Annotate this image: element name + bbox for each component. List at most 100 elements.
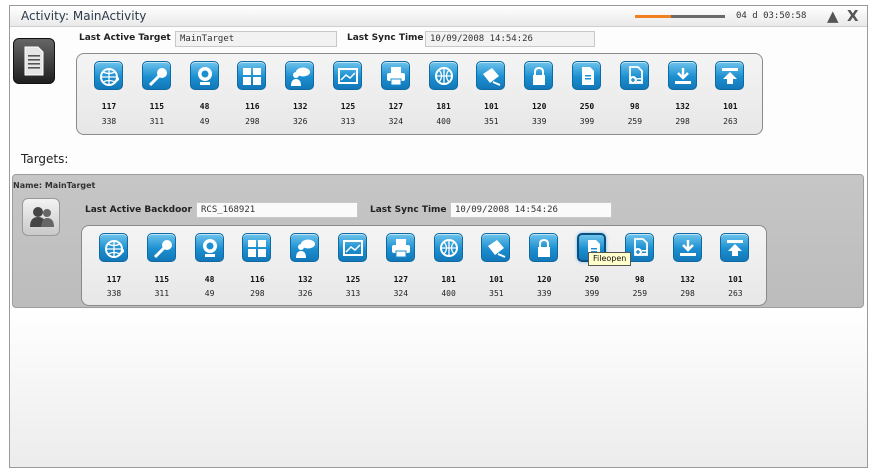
target-module-count-secondary: 338 [106,289,122,298]
target-module-count-secondary: 263 [728,289,743,298]
activity-module-count-primary: 117 [101,102,117,111]
triangle-up-icon[interactable]: ▲ [827,8,839,24]
activity-module-count-secondary: 324 [388,117,404,126]
activity-module-count-secondary: 49 [199,117,210,126]
last-active-target-field: MainTarget [175,31,337,47]
activity-module-count-primary: 115 [149,102,165,111]
activity-module-count-secondary: 399 [579,117,595,126]
title-bar: Activity: MainActivity 04 d 03:50:58 ▲ X [10,6,867,27]
activity-module-count-primary: 181 [436,102,451,111]
activity-keyboard-hand-button[interactable] [476,61,506,90]
target-last-sync-time-field: 10/09/2008 14:54:26 [450,202,612,218]
activity-globe-button[interactable] [428,61,458,90]
activity-module-count-primary: 250 [579,102,595,111]
activity-module-count-secondary: 298 [675,117,690,126]
target-module-count-primary: 132 [680,275,695,284]
target-module-count-secondary: 326 [297,289,313,298]
last-active-backdoor-field: RCS_168921 [196,202,358,218]
target-module-count-secondary: 298 [680,289,695,298]
activity-file-add-button[interactable] [619,61,649,90]
target-module-count-primary: 98 [634,275,645,284]
activity-chat-user-button[interactable] [285,61,315,90]
activity-module-count-secondary: 338 [101,117,117,126]
last-active-backdoor-label: Last Active Backdoor [85,205,192,215]
document-icon [13,38,55,84]
target-module-count-primary: 117 [106,275,122,284]
target-module-count-secondary: 339 [536,289,552,298]
fileopen-tooltip: Fileopen [588,252,632,266]
target-module-count-primary: 101 [489,275,504,284]
activity-module-count-secondary: 313 [340,117,356,126]
activity-lock-button[interactable] [524,61,554,90]
target-module-count-primary: 127 [393,275,409,284]
user-group-icon [22,198,60,236]
target-globe-pencil-button[interactable] [99,233,128,262]
activity-module-count-secondary: 311 [149,117,165,126]
activity-window-panels-button[interactable] [237,61,267,90]
activity-modules-panel: 117 338 115 311 48 49 116 298 132 326 125 313 127 324… [76,53,763,135]
target-module-count-secondary: 311 [154,289,170,298]
window-title: Activity: MainActivity [21,9,147,23]
target-globe-button[interactable] [433,233,463,262]
target-screenshot-button[interactable] [338,233,367,262]
last-sync-time-label: Last Sync Time [347,33,424,43]
activity-module-count-primary: 101 [484,102,499,111]
target-module-count-secondary: 259 [632,289,648,298]
activity-module-count-primary: 120 [531,102,547,111]
target-download-button[interactable] [672,233,702,262]
target-module-count-secondary: 49 [204,289,215,298]
target-chat-user-button[interactable] [290,233,320,262]
target-name-label: Name: MainTarget [13,181,96,190]
activity-module-count-secondary: 339 [531,117,547,126]
activity-microphone-button[interactable] [141,61,171,90]
target-section: Name: MainTarget Last Active Backdoor RC… [12,174,864,308]
activity-upload-button[interactable] [715,61,745,90]
activity-globe-pencil-button[interactable] [94,61,123,90]
activity-module-count-primary: 132 [675,102,690,111]
target-webcam-button[interactable] [194,233,224,262]
activity-module-count-secondary: 400 [436,117,451,126]
target-module-count-secondary: 400 [441,289,456,298]
activity-printer-button[interactable] [380,61,410,90]
target-microphone-button[interactable] [146,233,176,262]
activity-module-count-secondary: 263 [723,117,738,126]
activity-download-button[interactable] [667,61,697,90]
activity-module-count-primary: 127 [388,102,404,111]
activity-window: Activity: MainActivity 04 d 03:50:58 ▲ X… [9,5,868,468]
last-sync-time-field: 10/09/2008 14:54:26 [425,31,595,47]
target-module-count-secondary: 399 [584,289,600,298]
target-module-count-primary: 125 [345,275,361,284]
activity-module-count-secondary: 351 [484,117,499,126]
target-module-count-primary: 48 [204,275,215,284]
target-last-sync-time-label: Last Sync Time [370,205,447,215]
target-module-count-secondary: 351 [489,289,504,298]
target-window-panels-button[interactable] [242,233,272,262]
activity-module-count-primary: 98 [629,102,640,111]
activity-module-count-primary: 116 [245,102,260,111]
activity-module-count-primary: 132 [292,102,308,111]
activity-module-count-secondary: 326 [292,117,308,126]
targets-heading: Targets: [21,152,69,166]
empty-content-area [10,309,867,467]
target-module-count-primary: 250 [584,275,600,284]
target-module-count-primary: 116 [250,275,265,284]
target-lock-button[interactable] [529,233,559,262]
activity-screenshot-button[interactable] [333,61,362,90]
target-upload-button[interactable] [720,233,750,262]
close-icon[interactable]: X [847,8,859,24]
activity-module-count-primary: 125 [340,102,356,111]
elapsed-timer: 04 d 03:50:58 [736,11,807,21]
target-printer-button[interactable] [385,233,415,262]
target-module-count-primary: 101 [728,275,743,284]
activity-module-count-primary: 101 [723,102,738,111]
activity-file-open-button[interactable] [572,61,601,90]
activity-webcam-button[interactable] [189,61,219,90]
target-module-count-secondary: 298 [250,289,265,298]
target-module-count-primary: 115 [154,275,170,284]
target-module-count-primary: 181 [441,275,456,284]
target-keyboard-hand-button[interactable] [481,233,511,262]
target-module-count-primary: 120 [536,275,552,284]
activity-module-count-secondary: 298 [245,117,260,126]
progress-fill [635,15,671,18]
last-active-target-label: Last Active Target [79,33,171,43]
